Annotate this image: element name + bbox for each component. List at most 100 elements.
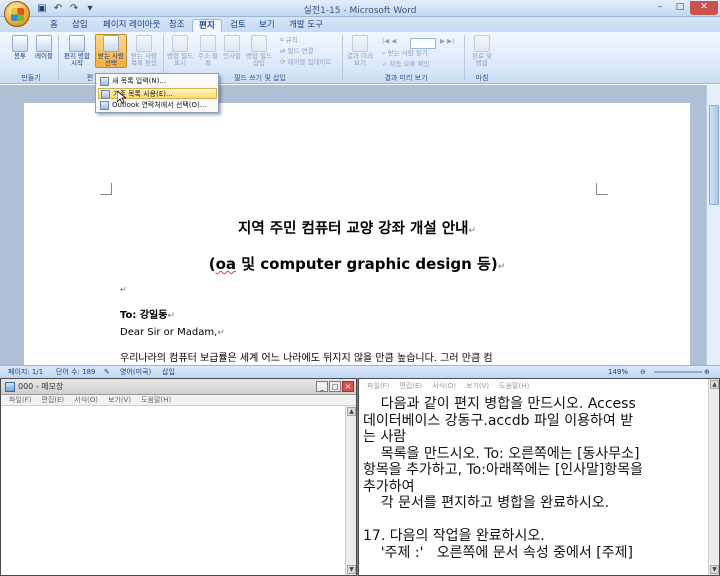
mail-merge-icon <box>69 35 85 52</box>
menu-item-outlook-contacts[interactable]: Outlook 연락처에서 선택(O)... <box>98 100 217 111</box>
finish-icon <box>474 35 490 52</box>
window-controls: – □ ✕ <box>650 1 718 15</box>
status-words[interactable]: 단어 수: 189 <box>56 366 96 378</box>
scroll-down-icon[interactable]: ▼ <box>710 565 719 574</box>
highlight-fields-button[interactable]: 병합 필드 표시 <box>166 35 194 67</box>
zoom-in-icon[interactable]: ⊕ <box>704 366 710 378</box>
menu-file[interactable]: 파일(F) <box>367 381 389 392</box>
update-icon: ⟳ <box>280 58 288 66</box>
recipients-icon <box>103 35 119 52</box>
address-block-button[interactable]: 주소 블록 <box>196 35 220 67</box>
minimize-button[interactable]: – <box>650 1 670 15</box>
vertical-scrollbar[interactable] <box>706 85 720 365</box>
zoom-slider[interactable] <box>654 371 702 373</box>
update-labels-button[interactable]: ⟳ 레이블 업데이트 <box>280 58 331 67</box>
empty-paragraph: ↵ <box>120 285 127 294</box>
scroll-up-icon[interactable]: ▲ <box>347 407 356 416</box>
address-block-icon <box>200 35 216 52</box>
close-button[interactable]: ✕ <box>690 1 718 15</box>
menu-edit[interactable]: 편집(E) <box>399 381 422 392</box>
tab-review[interactable]: 검토 <box>224 19 252 32</box>
envelope-button[interactable]: 봉투 <box>8 35 32 60</box>
new-list-icon <box>100 77 109 86</box>
label-button[interactable]: 레이블 <box>32 35 56 60</box>
notepad-scrollbar[interactable]: ▲ ▼ <box>345 406 356 575</box>
minimize-button[interactable]: _ <box>316 381 328 392</box>
insert-merge-field-button[interactable]: 병합 필드 삽입 <box>244 35 274 67</box>
menu-format[interactable]: 서식(O) <box>432 381 456 392</box>
record-number-input[interactable] <box>410 38 436 49</box>
menu-help[interactable]: 도움말(H) <box>499 381 529 392</box>
menu-view[interactable]: 보기(V) <box>466 381 489 392</box>
notepad-menu-bar: 파일(F) 편집(E) 서식(O) 보기(V) 도움말(H) <box>1 395 356 406</box>
notepad-scrollbar[interactable]: ▲ ▼ <box>708 379 719 575</box>
to-line: To: 강일동↵ <box>120 310 175 321</box>
edit-list-icon <box>136 35 152 52</box>
menu-edit[interactable]: 편집(E) <box>41 395 64 405</box>
notepad-text-area[interactable]: 다음과 같이 편지 병합을 만드시오. Access 데이터베이스 강동구.ac… <box>363 396 705 575</box>
document-page[interactable]: 지역 주민 컴퓨터 교양 강좌 개설 안내↵ (oa 및 computer gr… <box>24 103 690 365</box>
doc-title-line2: (oa 및 computer graphic design 등)↵ <box>208 255 506 273</box>
finish-merge-button[interactable]: 완료 및 병합 <box>468 35 496 67</box>
scroll-down-icon[interactable]: ▼ <box>347 565 356 574</box>
margin-corner-marker <box>100 183 112 195</box>
edit-recipients-button[interactable]: 받는 사람 목록 편집 <box>128 35 160 67</box>
select-recipients-button[interactable]: 받는 사람 선택 <box>95 34 127 68</box>
outlook-icon <box>100 101 109 110</box>
greeting-icon <box>224 35 240 52</box>
status-page[interactable]: 페이지: 1/1 <box>8 366 43 378</box>
title-bar: ▣ ↶ ↷ ▾ 실전1-15 - Microsoft Word – □ ✕ <box>0 0 720 17</box>
existing-list-icon <box>101 90 110 99</box>
group-create: 만들기 <box>21 74 41 82</box>
document-area: 지역 주민 컴퓨터 교양 강좌 개설 안내↵ (oa 및 computer gr… <box>0 85 720 365</box>
menu-item-existing-list[interactable]: 기존 목록 사용(E)... <box>98 88 217 99</box>
notepad-title: 000 - 메모장 <box>18 382 64 391</box>
zoom-out-icon[interactable]: ⊖ <box>640 366 646 378</box>
find-recipient-button[interactable]: ⌕ 받는 사람 찾기 <box>382 49 428 58</box>
tab-page-layout[interactable]: 페이지 레이아웃 <box>97 19 166 32</box>
record-nav-icons[interactable]: |◀ ◀ <box>382 37 396 46</box>
highlight-icon <box>172 35 188 52</box>
tab-mailings[interactable]: 편지 <box>192 19 222 32</box>
status-zoom[interactable]: 149% <box>608 366 628 378</box>
maximize-button[interactable]: □ <box>670 1 690 15</box>
menu-file[interactable]: 파일(F) <box>9 395 31 405</box>
match-fields-button[interactable]: ⇄ 필드 연결 <box>280 47 314 56</box>
status-language[interactable]: 영어(미국) <box>120 366 151 378</box>
office-logo-icon <box>11 8 24 21</box>
group-preview: 결과 미리 보기 <box>384 74 428 82</box>
notepad-icon <box>5 382 15 392</box>
status-bar: 페이지: 1/1 단어 수: 189 ✎ 영어(미국) 삽입 149% ⊖ ⊕ <box>0 365 720 378</box>
envelope-icon <box>12 35 28 52</box>
tab-developer[interactable]: 개발 도구 <box>283 19 329 32</box>
label-icon <box>36 35 52 52</box>
preview-results-button[interactable]: 결과 미리 보기 <box>346 35 374 67</box>
notepad-title-bar: 000 - 메모장 _ □ ✕ <box>1 379 356 395</box>
status-mode[interactable]: 삽입 <box>162 366 175 378</box>
tab-references[interactable]: 참조 <box>163 19 191 32</box>
start-merge-button[interactable]: 편지 병합 시작 <box>62 35 92 67</box>
scrollbar-thumb[interactable] <box>709 105 719 205</box>
separator <box>58 35 59 81</box>
record-nav-next-icons[interactable]: ▶ ▶| <box>440 37 454 46</box>
office-button[interactable] <box>4 1 30 27</box>
rules-button[interactable]: ⌗ 규칙 <box>280 36 298 45</box>
menu-view[interactable]: 보기(V) <box>108 395 131 405</box>
tab-view[interactable]: 보기 <box>253 19 281 32</box>
greeting-line-button[interactable]: 인사말 <box>220 35 244 60</box>
separator <box>464 35 465 81</box>
spell-check-icon[interactable]: ✎ <box>104 366 110 378</box>
notepad-window-left: 000 - 메모장 _ □ ✕ 파일(F) 편집(E) 서식(O) 보기(V) … <box>0 378 357 576</box>
maximize-button[interactable]: □ <box>329 381 341 392</box>
merge-field-icon <box>251 35 267 52</box>
doc-title-line1: 지역 주민 컴퓨터 교양 강좌 개설 안내↵ <box>238 221 476 237</box>
margin-corner-marker <box>596 183 608 195</box>
close-button[interactable]: ✕ <box>342 381 354 392</box>
tab-insert[interactable]: 삽입 <box>66 19 94 32</box>
menu-item-new-list[interactable]: 새 목록 입력(N)... <box>98 76 217 87</box>
menu-format[interactable]: 서식(O) <box>74 395 98 405</box>
menu-help[interactable]: 도움말(H) <box>141 395 171 405</box>
auto-check-button[interactable]: ✓ 자동 오류 확인 <box>382 60 430 69</box>
notepad-window-right: 파일(F) 편집(E) 서식(O) 보기(V) 도움말(H) 다음과 같이 편지… <box>358 378 720 576</box>
tab-home[interactable]: 홈 <box>44 19 64 32</box>
